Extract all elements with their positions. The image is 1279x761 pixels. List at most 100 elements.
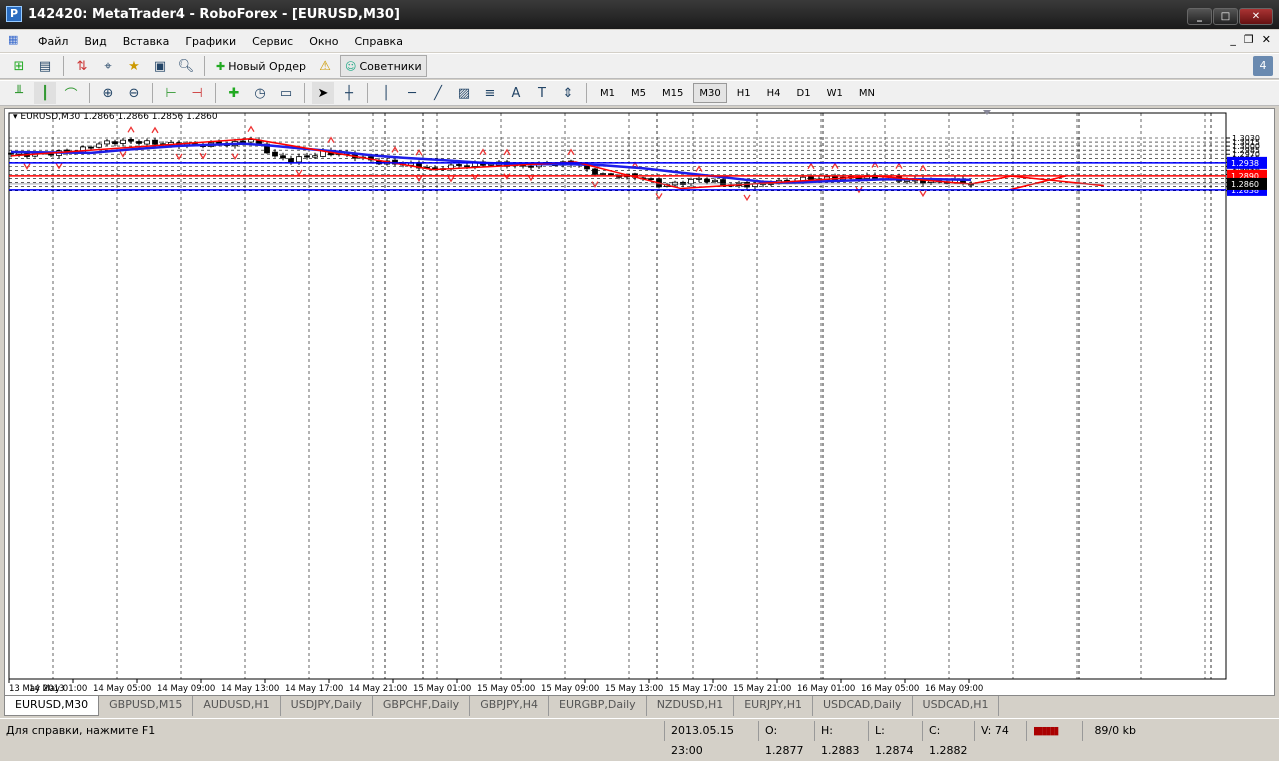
mdi-restore-button[interactable]: ❐: [1244, 33, 1254, 46]
chart-tab[interactable]: EURUSD,M30: [4, 696, 100, 716]
notifications-badge[interactable]: 4: [1253, 56, 1273, 76]
candlesticks-icon[interactable]: ┃: [34, 82, 56, 104]
timeframe-mn[interactable]: MN: [853, 83, 881, 103]
price-label: 1.2938: [1231, 159, 1259, 168]
time-axis-label: 15 May 13:00: [605, 684, 663, 694]
text-label-icon[interactable]: T: [531, 82, 553, 104]
arrows-icon[interactable]: ⇕: [557, 82, 579, 104]
candle-body: [48, 153, 54, 156]
status-help: Для справки, нажмите F1: [6, 723, 156, 737]
chart-tab[interactable]: GBPJPY,H4: [470, 696, 550, 716]
mdi-minimize-button[interactable]: _: [1230, 33, 1236, 46]
menu-window[interactable]: Окно: [301, 35, 346, 48]
candle-body: [696, 177, 702, 180]
candle-body: [272, 151, 278, 157]
menu-help[interactable]: Справка: [346, 35, 410, 48]
periods-icon[interactable]: ◷: [249, 82, 271, 104]
chart-tab[interactable]: GBPUSD,M15: [99, 696, 194, 716]
trendline-icon[interactable]: ╱: [427, 82, 449, 104]
candle-body: [600, 173, 606, 175]
zoom-out-icon[interactable]: ⊖: [123, 82, 145, 104]
menu-file[interactable]: Файл: [30, 35, 76, 48]
profiles-icon[interactable]: ▤: [34, 55, 56, 77]
menu-view[interactable]: Вид: [76, 35, 114, 48]
close-button[interactable]: ✕: [1239, 8, 1273, 25]
candle-body: [240, 140, 246, 144]
menu-charts[interactable]: Графики: [177, 35, 244, 48]
maximize-button[interactable]: □: [1213, 8, 1238, 25]
chart-tabs: EURUSD,M30 GBPUSD,M15 AUDUSD,H1 USDJPY,Dail…: [4, 696, 1275, 716]
timeframe-m1[interactable]: M1: [594, 83, 621, 103]
time-axis-label: 14 May 17:00: [285, 684, 343, 694]
timeframe-w1[interactable]: W1: [821, 83, 849, 103]
time-axis-label: 15 May 21:00: [733, 684, 791, 694]
time-axis-label: 14 May 21:00: [349, 684, 407, 694]
time-axis-label: 14 May 05:00: [93, 684, 151, 694]
line-chart-icon[interactable]: ⌒: [60, 82, 82, 104]
candle-body: [704, 178, 710, 183]
vertical-line-icon[interactable]: │: [375, 82, 397, 104]
expert-advisors-icon: ☺: [345, 59, 357, 73]
chart-tab[interactable]: USDJPY,Daily: [281, 696, 373, 716]
title-bar: P 142420: MetaTrader4 - RoboForex - [EUR…: [0, 0, 1279, 29]
crosshair-icon[interactable]: ┼: [338, 82, 360, 104]
chart-window[interactable]: 1.30301.30151.30001.29851.29701.29551.29…: [4, 108, 1275, 696]
navigator-icon[interactable]: ★: [123, 55, 145, 77]
chart-tab[interactable]: AUDUSD,H1: [193, 696, 281, 716]
chart-shift-icon[interactable]: ⊣: [186, 82, 208, 104]
equidistant-channel-icon[interactable]: ▨: [453, 82, 475, 104]
status-traffic: 89/0 kb: [1082, 720, 1142, 741]
data-window-icon[interactable]: ⌖: [97, 55, 119, 77]
menu-tools[interactable]: Сервис: [244, 35, 301, 48]
auto-scroll-icon[interactable]: ⊢: [160, 82, 182, 104]
candle-body: [904, 179, 910, 182]
time-axis-label: 15 May 09:00: [541, 684, 599, 694]
chart-tab[interactable]: USDCAD,H1: [913, 696, 1000, 716]
minimize-button[interactable]: _: [1187, 8, 1212, 25]
chart-tab[interactable]: EURGBP,Daily: [549, 696, 647, 716]
time-axis-label: 14 May 01:00: [29, 684, 87, 694]
symbol-ohlc: EURUSD,M30 1.2866 1.2866 1.2856 1.2860: [20, 112, 218, 122]
timeframe-d1[interactable]: D1: [791, 83, 817, 103]
chart-tab[interactable]: EURJPY,H1: [734, 696, 813, 716]
status-low: L: 1.2874: [868, 720, 922, 757]
status-volume: V: 74: [974, 720, 1026, 741]
fibonacci-icon[interactable]: ≡: [479, 82, 501, 104]
candle-body: [648, 178, 654, 181]
horizontal-line-icon[interactable]: ─: [401, 82, 423, 104]
mdi-close-button[interactable]: ✕: [1262, 33, 1271, 46]
candle-body: [592, 168, 598, 175]
price-chart[interactable]: 1.30301.30151.30001.29851.29701.29551.29…: [5, 109, 1276, 697]
cursor-icon[interactable]: ➤: [312, 82, 334, 104]
candle-body: [112, 141, 118, 145]
status-close: C: 1.2882: [922, 720, 974, 757]
candle-body: [104, 140, 110, 145]
candle-body: [128, 139, 134, 142]
expert-advisors-button[interactable]: ☺ Советники: [340, 55, 427, 77]
chart-tab[interactable]: GBPCHF,Daily: [373, 696, 471, 716]
new-order-button[interactable]: ✚ Новый Ордер: [212, 55, 310, 77]
time-axis-label: 14 May 09:00: [157, 684, 215, 694]
candle-body: [152, 139, 158, 145]
time-axis-label: 16 May 01:00: [797, 684, 855, 694]
indicators-icon[interactable]: ✚: [223, 82, 245, 104]
timeframe-h4[interactable]: H4: [761, 83, 787, 103]
metaeditor-icon[interactable]: ⚠: [314, 55, 336, 77]
timeframe-m5[interactable]: M5: [625, 83, 652, 103]
menu-insert[interactable]: Вставка: [115, 35, 178, 48]
bar-chart-icon[interactable]: ╨: [8, 82, 30, 104]
text-icon[interactable]: A: [505, 82, 527, 104]
templates-icon[interactable]: ▭: [275, 82, 297, 104]
new-chart-icon[interactable]: ⊞: [8, 55, 30, 77]
timeframe-h1[interactable]: H1: [731, 83, 757, 103]
app-logo-icon: P: [6, 6, 22, 22]
chart-tab[interactable]: NZDUSD,H1: [647, 696, 735, 716]
zoom-in-icon[interactable]: ⊕: [97, 82, 119, 104]
chart-tab[interactable]: USDCAD,Daily: [813, 696, 913, 716]
candle-body: [456, 164, 462, 166]
strategy-tester-icon[interactable]: 🔍︎: [175, 55, 197, 77]
timeframe-m30[interactable]: M30: [693, 83, 727, 103]
market-watch-icon[interactable]: ⇅: [71, 55, 93, 77]
timeframe-m15[interactable]: M15: [656, 83, 689, 103]
terminal-icon[interactable]: ▣: [149, 55, 171, 77]
